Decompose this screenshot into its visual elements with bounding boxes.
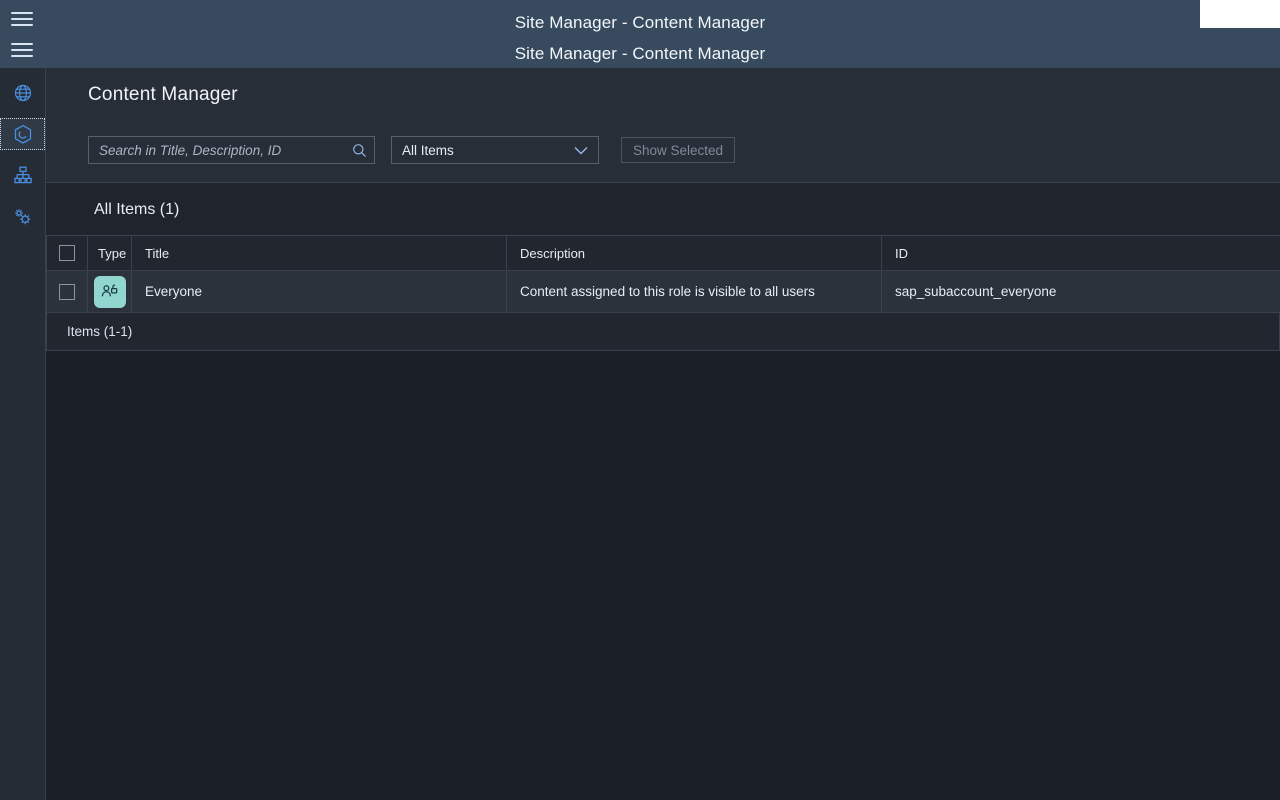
search-box[interactable] xyxy=(88,136,375,164)
search-input[interactable] xyxy=(89,142,344,158)
page-header: Content Manager All Items xyxy=(46,68,1280,183)
top-header-bar: Site Manager - Content Manager Site Mana… xyxy=(0,0,1280,68)
search-icon[interactable] xyxy=(344,137,374,163)
rail-item-settings[interactable] xyxy=(0,200,45,232)
gears-icon xyxy=(12,206,33,227)
row-description: Content assigned to this role is visible… xyxy=(506,270,882,313)
left-icon-rail xyxy=(0,68,46,800)
window-title-primary: Site Manager - Content Manager xyxy=(514,13,766,32)
role-everyone-icon xyxy=(93,275,126,308)
globe-icon xyxy=(13,83,33,103)
hierarchy-icon xyxy=(13,165,33,185)
rail-item-globe[interactable] xyxy=(0,77,45,109)
rail-item-content-manager[interactable] xyxy=(0,118,45,150)
row-select-cell xyxy=(46,270,88,313)
column-header-type[interactable]: Type xyxy=(87,235,132,271)
app-window: Site Manager - Content Manager Site Mana… xyxy=(0,0,1280,800)
window-title-secondary: Site Manager - Content Manager xyxy=(514,44,766,63)
select-all-checkbox[interactable] xyxy=(57,245,77,261)
table-row[interactable]: Everyone Content assigned to this role i… xyxy=(46,270,1280,313)
row-title: Everyone xyxy=(131,270,507,313)
content-toolbar: All Items Show Selected xyxy=(88,136,736,164)
column-header-title[interactable]: Title xyxy=(131,235,507,271)
cube-icon xyxy=(13,124,33,145)
header-blank-region xyxy=(1200,0,1280,28)
checkbox-box xyxy=(59,283,75,300)
row-type-cell xyxy=(87,270,132,313)
items-table: Type Title Description ID Everyone Conte… xyxy=(46,235,1280,313)
checkbox-box xyxy=(59,245,75,261)
column-header-description[interactable]: Description xyxy=(506,235,882,271)
row-id: sap_subaccount_everyone xyxy=(881,270,1280,313)
item-filter-select[interactable]: All Items xyxy=(391,136,599,164)
page-title: Content Manager xyxy=(88,84,238,105)
row-checkbox[interactable] xyxy=(57,283,77,300)
select-all-header xyxy=(46,235,88,271)
main-content: Content Manager All Items xyxy=(46,68,1280,800)
column-header-id[interactable]: ID xyxy=(881,235,1280,271)
table-header-row: Type Title Description ID xyxy=(46,235,1280,271)
chevron-down-icon[interactable] xyxy=(574,146,588,155)
item-filter-value: All Items xyxy=(402,142,454,158)
show-selected-button[interactable]: Show Selected xyxy=(621,137,736,163)
table-footer: Items (1-1) xyxy=(46,313,1280,351)
window-titles: Site Manager - Content Manager Site Mana… xyxy=(0,0,1280,69)
items-panel-title: All Items (1) xyxy=(46,183,1280,235)
items-panel: All Items (1) Type Title Description ID … xyxy=(46,183,1280,351)
rail-item-site-structure[interactable] xyxy=(0,159,45,191)
